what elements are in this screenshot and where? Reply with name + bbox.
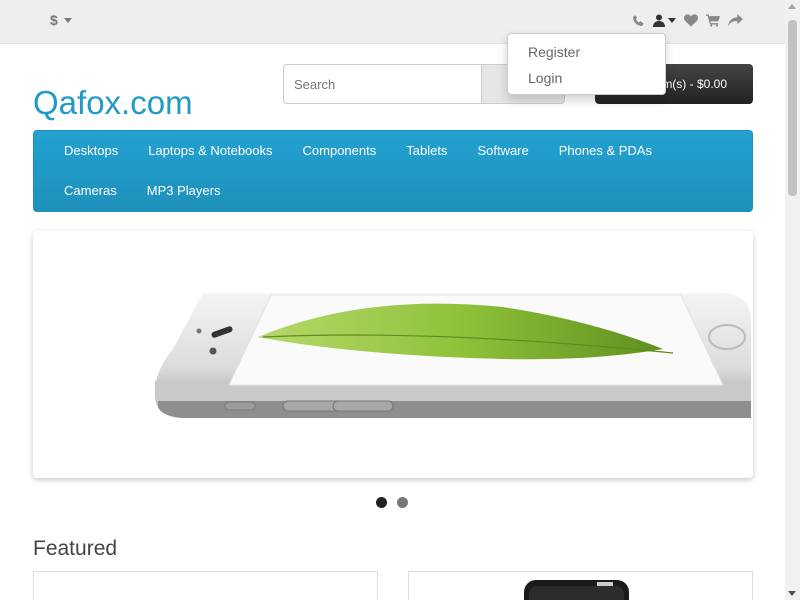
menu-item-laptops-notebooks[interactable]: Laptops & Notebooks [133, 131, 287, 171]
site-logo[interactable]: Qafox.com [33, 84, 193, 122]
scrollbar-thumb[interactable] [788, 20, 797, 196]
featured-heading: Featured [33, 537, 118, 560]
main-menu: Desktops Laptops & Notebooks Components … [33, 130, 753, 212]
currency-symbol: $ [50, 12, 58, 28]
account-dropdown-menu: Register Login [507, 33, 666, 95]
slideshow-pagination [376, 497, 408, 508]
scroll-down-arrow-icon[interactable] [788, 591, 796, 596]
product-card[interactable] [408, 571, 753, 600]
menu-item-desktops[interactable]: Desktops [49, 131, 133, 171]
chevron-down-icon [668, 17, 676, 23]
phone-icon[interactable] [632, 11, 645, 29]
slideshow-banner[interactable] [33, 231, 753, 478]
menu-item-components[interactable]: Components [288, 131, 392, 171]
account-dropdown-toggle[interactable] [653, 11, 676, 29]
product-image [524, 580, 629, 600]
top-bar: $ [0, 0, 785, 44]
menu-item-tablets[interactable]: Tablets [391, 131, 462, 171]
user-icon [653, 14, 665, 27]
scroll-up-arrow-icon[interactable] [788, 4, 796, 9]
heart-icon[interactable] [684, 11, 698, 29]
top-links [632, 11, 743, 29]
phone-slide-image [155, 293, 751, 418]
product-card[interactable] [33, 571, 378, 600]
menu-item-mp3-players[interactable]: MP3 Players [132, 171, 236, 211]
menu-item-software[interactable]: Software [462, 131, 543, 171]
cart-icon[interactable] [706, 11, 720, 29]
menu-item-cameras[interactable]: Cameras [49, 171, 132, 211]
slide-dot-2[interactable] [397, 497, 408, 508]
slide-dot-1[interactable] [376, 497, 387, 508]
search-input[interactable] [283, 64, 481, 104]
share-icon[interactable] [728, 11, 743, 29]
page-scrollbar[interactable] [785, 0, 800, 600]
login-link[interactable]: Login [508, 68, 665, 94]
chevron-down-icon [63, 17, 72, 23]
menu-item-phones-pdas[interactable]: Phones & PDAs [544, 131, 667, 171]
register-link[interactable]: Register [508, 42, 665, 68]
currency-selector[interactable]: $ [50, 12, 72, 28]
